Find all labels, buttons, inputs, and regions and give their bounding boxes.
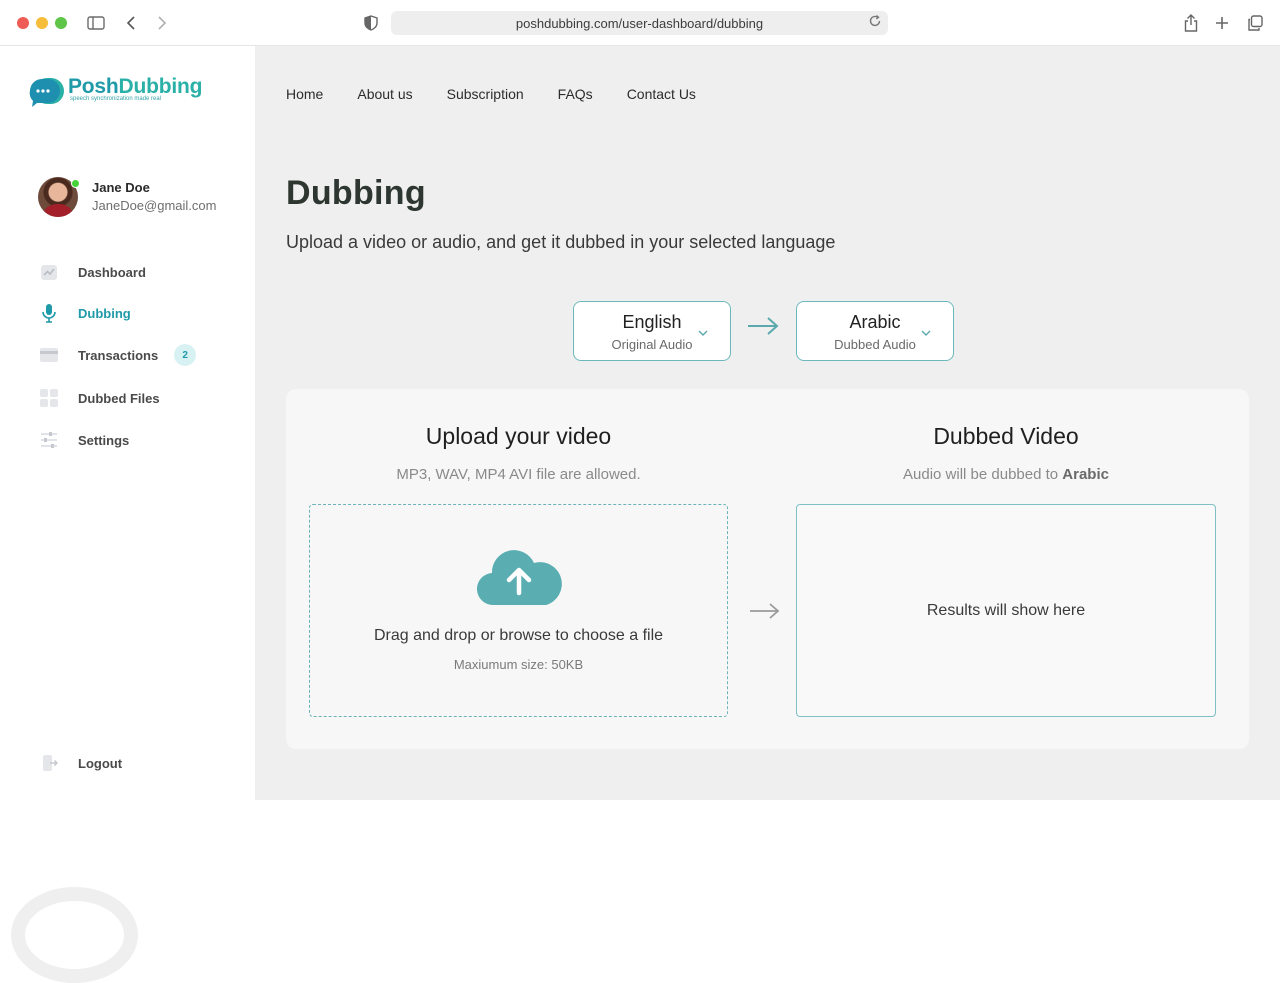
sidebar-item-transactions[interactable]: Transactions 2 [38, 343, 197, 367]
new-tab-icon[interactable] [1211, 12, 1233, 34]
sidebar-item-dubbing[interactable]: Dubbing [38, 301, 131, 325]
sidebar-item-settings[interactable]: Settings [38, 428, 129, 452]
nav-link-faqs[interactable]: FAQs [558, 86, 593, 102]
upload-formats: MP3, WAV, MP4 AVI file are allowed. [396, 466, 641, 483]
logout-icon [38, 753, 60, 773]
results-area: Results will show here [796, 504, 1216, 717]
max-size-text: Maxiumum size: 50KB [453, 657, 584, 672]
page-title: Dubbing [286, 174, 426, 212]
main-content: Home About us Subscription FAQs Contact … [255, 46, 1280, 800]
browser-toolbar: poshdubbing.com/user-dashboard/dubbing [0, 0, 1280, 46]
microphone-icon [38, 303, 60, 323]
sidebar-item-label: Dashboard [78, 264, 146, 280]
logo[interactable]: PoshDubbing speech synchronization made … [28, 76, 202, 108]
forward-icon[interactable] [151, 12, 173, 34]
upload-title: Upload your video [425, 423, 612, 449]
user-profile[interactable]: Jane Doe JaneDoe@gmail.com [38, 177, 216, 217]
target-language-select[interactable]: Arabic Dubbed Audio [796, 301, 954, 361]
nav-link-subscription[interactable]: Subscription [447, 86, 524, 102]
chevron-down-icon [921, 324, 931, 342]
logo-icon [29, 78, 64, 107]
minimize-window-button[interactable] [36, 17, 48, 29]
chart-icon [38, 262, 60, 282]
reload-icon[interactable] [868, 14, 882, 31]
sidebar-item-dashboard[interactable]: Dashboard [38, 260, 146, 284]
top-navigation: Home About us Subscription FAQs Contact … [286, 86, 730, 102]
privacy-shield-icon[interactable] [360, 12, 382, 34]
logout-button[interactable]: Logout [38, 751, 122, 775]
chevron-down-icon [698, 324, 708, 342]
dubbed-subtitle-prefix: Audio will be dubbed to [903, 466, 1059, 483]
address-bar[interactable]: poshdubbing.com/user-dashboard/dubbing [391, 11, 888, 35]
close-window-button[interactable] [17, 17, 29, 29]
sidebar-item-label: Transactions [78, 347, 159, 363]
sidebar-item-label: Dubbed Files [78, 390, 160, 406]
dubbed-target-language: Arabic [1062, 466, 1109, 483]
logo-name-part2: Dubbing [118, 75, 203, 98]
nav-link-home[interactable]: Home [286, 86, 323, 102]
sidebar-toggle-icon[interactable] [85, 12, 107, 34]
tabs-overview-icon[interactable] [1244, 12, 1266, 34]
logout-label: Logout [78, 755, 123, 771]
upload-dropzone[interactable]: Drag and drop or browse to choose a file… [309, 504, 728, 717]
grid-icon [38, 388, 60, 408]
online-status-indicator [71, 179, 80, 188]
url-text: poshdubbing.com/user-dashboard/dubbing [515, 15, 764, 31]
floating-ring-decoration [11, 887, 138, 983]
sidebar-item-label: Dubbing [78, 305, 131, 321]
sidebar: PoshDubbing speech synchronization made … [0, 46, 255, 800]
sidebar-item-label: Settings [78, 432, 130, 448]
source-language-select[interactable]: English Original Audio [573, 301, 731, 361]
dubbing-panel: Upload your video MP3, WAV, MP4 AVI file… [286, 389, 1249, 749]
maximize-window-button[interactable] [55, 17, 67, 29]
transactions-count-badge: 2 [174, 344, 197, 366]
logo-name-part1: Posh [68, 75, 119, 98]
sliders-icon [38, 430, 60, 450]
page-subtitle: Upload a video or audio, and get it dubb… [286, 232, 836, 252]
arrow-right-icon [746, 316, 780, 341]
sidebar-item-dubbed-files[interactable]: Dubbed Files [38, 386, 160, 410]
dubbed-title: Dubbed Video [933, 423, 1079, 449]
results-placeholder: Results will show here [926, 601, 1086, 619]
nav-link-contact-us[interactable]: Contact Us [627, 86, 696, 102]
card-icon [38, 345, 60, 365]
arrow-right-icon [748, 601, 782, 626]
user-name: Jane Doe [92, 180, 150, 195]
share-icon[interactable] [1180, 12, 1202, 34]
dropzone-text: Drag and drop or browse to choose a file [373, 627, 664, 644]
cloud-upload-icon [476, 545, 562, 612]
dubbed-subtitle: Audio will be dubbed to Arabic [796, 466, 1216, 483]
back-icon[interactable] [120, 12, 142, 34]
user-email: JaneDoe@gmail.com [92, 198, 217, 213]
nav-link-about-us[interactable]: About us [357, 86, 412, 102]
